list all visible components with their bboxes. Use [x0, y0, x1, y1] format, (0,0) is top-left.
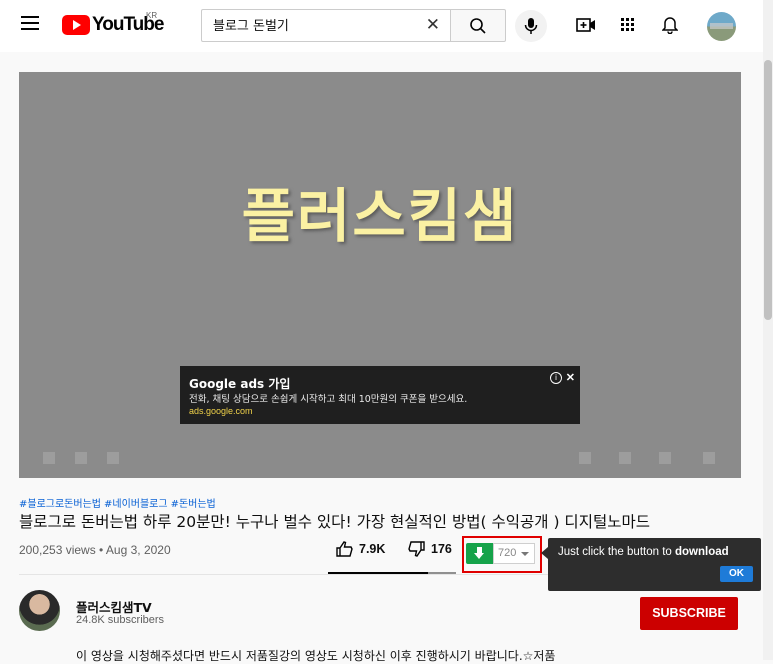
menu-icon[interactable]: [21, 16, 39, 30]
hashtag-link[interactable]: #블로그로돈버는법: [19, 499, 101, 510]
scrollbar-thumb[interactable]: [764, 60, 772, 320]
create-video-icon[interactable]: [576, 17, 596, 33]
ad-url[interactable]: ads.google.com: [189, 406, 253, 416]
fullscreen-icon[interactable]: [703, 452, 715, 464]
player-controls: [19, 440, 741, 478]
thumbs-up-icon: [336, 541, 353, 557]
hashtags: #블로그로돈버는법 #네이버블로그 #돈버는법: [19, 495, 219, 510]
tooltip-text: Just click the button to download: [558, 546, 729, 558]
ad-info-icon[interactable]: i: [550, 372, 562, 384]
settings-icon[interactable]: [579, 452, 591, 464]
hashtag-link[interactable]: #네이버블로그: [104, 499, 168, 510]
views-and-date: 200,253 views • Aug 3, 2020: [19, 543, 171, 557]
channel-avatar[interactable]: [19, 590, 60, 631]
search-box: ✕: [201, 9, 450, 42]
play-pause-icon[interactable]: [43, 452, 55, 464]
quality-select[interactable]: 720: [493, 543, 535, 564]
tooltip-text-bold: download: [674, 546, 729, 558]
ad-title: Google ads 가입: [189, 377, 291, 391]
download-button[interactable]: [466, 543, 493, 564]
dislike-button[interactable]: 176: [408, 541, 452, 557]
subscriber-count: 24.8K subscribers: [76, 614, 165, 626]
theater-icon[interactable]: [659, 452, 671, 464]
download-tooltip: Just click the button to download OK: [541, 538, 761, 591]
notifications-bell-icon[interactable]: [662, 15, 678, 34]
top-bar: YouTube KR ✕: [0, 0, 773, 52]
ad-overlay[interactable]: Google ads 가입 전화, 채팅 상담으로 손쉽게 시작하고 최대 10…: [180, 366, 580, 424]
youtube-logo[interactable]: YouTube KR: [62, 11, 164, 36]
account-avatar[interactable]: [707, 12, 736, 41]
next-icon[interactable]: [75, 452, 87, 464]
dislike-count: 176: [431, 542, 452, 556]
scrollbar[interactable]: [763, 0, 773, 660]
voice-search-button[interactable]: [515, 10, 547, 42]
subscribe-button[interactable]: SUBSCRIBE: [640, 597, 738, 630]
youtube-play-icon: [62, 15, 90, 35]
search-button[interactable]: [450, 9, 506, 42]
video-description: 이 영상을 시청해주셨다면 반드시 저품질강의 영상도 시청하신 이후 진행하시…: [76, 649, 556, 663]
like-count: 7.9K: [359, 542, 386, 556]
search-icon: [470, 18, 486, 34]
tooltip-text-prefix: Just click the button to: [558, 546, 675, 558]
thumbs-down-icon: [408, 541, 425, 557]
video-title-overlay: 플러스킴샘: [241, 182, 519, 250]
like-button[interactable]: 7.9K: [336, 541, 385, 557]
region-code: KR: [146, 11, 158, 20]
ad-description: 전화, 채팅 상담으로 손쉽게 시작하고 최대 10만원의 쿠폰을 받으세요.: [189, 394, 468, 405]
search-input[interactable]: [213, 17, 413, 32]
volume-icon[interactable]: [107, 452, 119, 464]
microphone-icon: [524, 18, 538, 34]
tooltip-ok-button[interactable]: OK: [720, 566, 753, 582]
apps-grid-icon[interactable]: [621, 18, 635, 32]
video-title: 블로그로 돈버는법 하루 20분만! 누구나 벌수 있다! 가장 현실적인 방법…: [19, 513, 650, 531]
clear-search-icon[interactable]: ✕: [426, 15, 440, 35]
search-bar: ✕: [201, 9, 506, 42]
hashtag-link[interactable]: #돈버는법: [171, 499, 216, 510]
video-player[interactable]: 플러스킴샘 Google ads 가입 전화, 채팅 상담으로 손쉽게 시작하고…: [19, 72, 741, 478]
miniplayer-icon[interactable]: [619, 452, 631, 464]
ad-close-icon[interactable]: ✕: [566, 371, 575, 384]
